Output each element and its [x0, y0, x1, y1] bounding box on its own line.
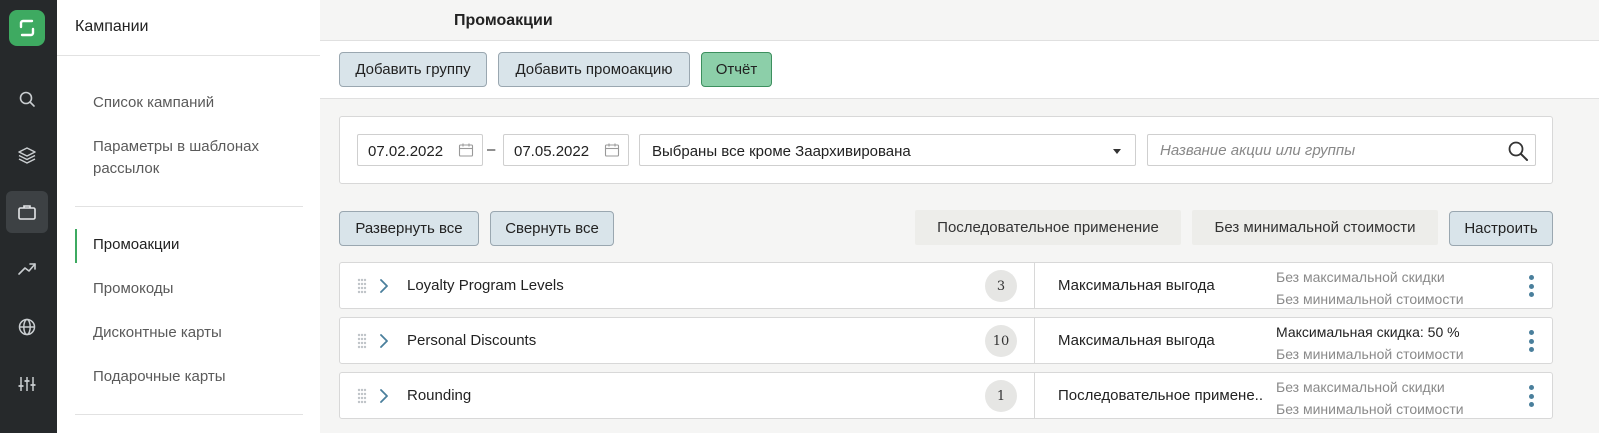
chevron-right-icon[interactable] — [378, 387, 390, 405]
logo-icon[interactable] — [9, 10, 45, 46]
more-menu-icon[interactable] — [1524, 330, 1538, 352]
row-divider — [1034, 373, 1035, 418]
group-name: Personal Discounts — [407, 332, 537, 349]
calendar-icon[interactable] — [458, 142, 474, 158]
drag-handle-icon[interactable] — [357, 333, 367, 349]
group-name: Loyalty Program Levels — [407, 277, 564, 294]
sidebar-item-gift-cards[interactable]: Подарочные карты — [93, 366, 293, 388]
application-mode: Максимальная выгода — [1058, 332, 1215, 349]
layers-icon[interactable] — [6, 134, 48, 176]
min-cost-chip: Без минимальной стоимости — [1192, 210, 1438, 245]
group-row[interactable]: Loyalty Program Levels 3 Максимальная вы… — [339, 262, 1553, 309]
status-select-value: Выбраны все кроме Заархивирована — [652, 143, 911, 160]
page-header: Промоакции — [320, 0, 1599, 41]
page-title: Промоакции — [454, 12, 553, 29]
caret-down-icon — [1113, 149, 1121, 154]
application-mode: Максимальная выгода — [1058, 277, 1215, 294]
min-cost-text: Без минимальной стоимости — [1276, 346, 1464, 362]
row-divider — [1034, 318, 1035, 363]
date-range-separator: – — [487, 141, 496, 158]
chevron-right-icon[interactable] — [378, 332, 390, 350]
max-discount-text: Без максимальной скидки — [1276, 269, 1445, 285]
sidebar-divider — [75, 206, 303, 207]
min-cost-text: Без минимальной стоимости — [1276, 401, 1464, 417]
group-row[interactable]: Rounding 1 Последовательное примене... Б… — [339, 372, 1553, 419]
date-to-field[interactable]: 07.05.2022 — [503, 134, 629, 166]
more-menu-icon[interactable] — [1524, 275, 1538, 297]
sidebar-item-promocodes[interactable]: Промокоды — [93, 278, 293, 300]
sidebar-divider — [75, 414, 303, 415]
briefcase-icon[interactable] — [6, 191, 48, 233]
search-input[interactable] — [1148, 135, 1498, 165]
row-divider — [1034, 263, 1035, 308]
sidebar-item-campaign-list[interactable]: Список кампаний — [93, 92, 293, 114]
configure-button[interactable]: Настроить — [1449, 211, 1553, 246]
sequential-application-chip: Последовательное применение — [915, 210, 1181, 245]
promo-count-badge: 10 — [985, 325, 1017, 357]
status-select[interactable]: Выбраны все кроме Заархивирована — [639, 134, 1136, 166]
calendar-icon[interactable] — [604, 142, 620, 158]
min-cost-text: Без минимальной стоимости — [1276, 291, 1464, 307]
report-button[interactable]: Отчёт — [701, 52, 772, 87]
sidebar: Кампании Список кампаний Параметры в шаб… — [57, 0, 320, 433]
drag-handle-icon[interactable] — [357, 388, 367, 404]
collapse-all-button[interactable]: Свернуть все — [490, 211, 614, 246]
sidebar-header: Кампании — [57, 0, 320, 56]
date-from-value: 07.02.2022 — [368, 143, 444, 160]
search-icon[interactable] — [6, 78, 48, 120]
date-to-value: 07.05.2022 — [514, 143, 590, 160]
sidebar-title: Кампании — [75, 18, 149, 35]
add-group-button[interactable]: Добавить группу — [339, 52, 487, 87]
search-field — [1147, 134, 1536, 166]
trending-up-icon[interactable] — [6, 248, 48, 290]
more-menu-icon[interactable] — [1524, 385, 1538, 407]
sliders-icon[interactable] — [6, 363, 48, 405]
add-promotion-button[interactable]: Добавить промоакцию — [498, 52, 690, 87]
filter-panel: 07.02.2022 – 07.05.2022 Выбраны все кром… — [339, 116, 1553, 184]
sidebar-active-indicator — [75, 229, 77, 263]
promo-count-badge: 3 — [985, 270, 1017, 302]
expand-all-button[interactable]: Развернуть все — [339, 211, 479, 246]
date-from-field[interactable]: 07.02.2022 — [357, 134, 483, 166]
globe-icon[interactable] — [6, 306, 48, 348]
main-content: Промоакции Добавить группу Добавить пром… — [320, 0, 1599, 433]
max-discount-text: Без максимальной скидки — [1276, 379, 1445, 395]
max-discount-text: Максимальная скидка: 50 % — [1276, 324, 1460, 340]
sidebar-item-mailing-template-params[interactable]: Параметры в шаблонах рассылок — [93, 136, 293, 180]
group-name: Rounding — [407, 387, 472, 404]
icon-rail — [0, 0, 57, 433]
drag-handle-icon[interactable] — [357, 278, 367, 294]
group-row[interactable]: Personal Discounts 10 Максимальная выгод… — [339, 317, 1553, 364]
promo-count-badge: 1 — [985, 380, 1017, 412]
chevron-right-icon[interactable] — [378, 277, 390, 295]
toolbar: Добавить группу Добавить промоакцию Отчё… — [320, 41, 1599, 99]
search-icon[interactable] — [1507, 140, 1529, 162]
application-mode: Последовательное примене... — [1058, 387, 1262, 404]
sidebar-item-discount-cards[interactable]: Дисконтные карты — [93, 322, 293, 344]
sidebar-item-promotions[interactable]: Промоакции — [93, 234, 293, 256]
